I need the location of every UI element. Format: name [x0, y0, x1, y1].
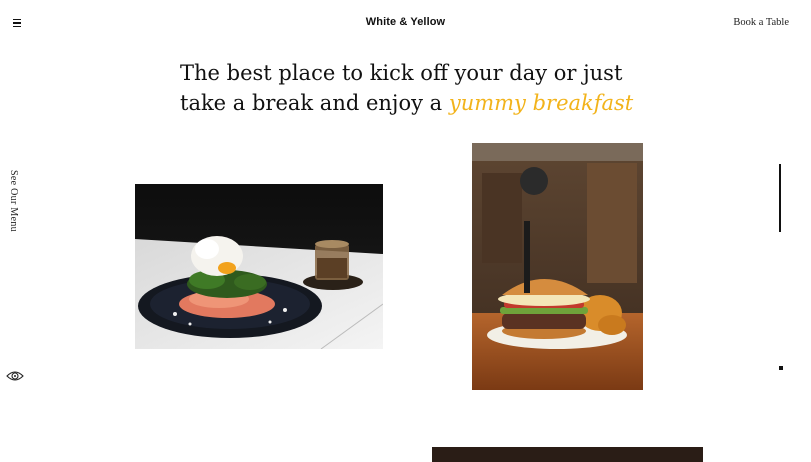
hero-headline-accent: yummy breakfast — [448, 91, 634, 115]
hero-headline-line2: take a break and enjoy a — [180, 91, 449, 115]
see-our-menu-link[interactable]: See Our Menu — [8, 170, 19, 232]
book-a-table-link[interactable]: Book a Table — [733, 17, 789, 28]
scroll-progress-bar[interactable] — [779, 164, 781, 232]
third-food-photo — [432, 447, 703, 462]
scroll-progress-dot — [779, 366, 783, 370]
hero-headline: The best place to kick off your day or j… — [180, 58, 640, 118]
brand-logo[interactable]: White & Yellow — [0, 16, 811, 28]
burger-photo — [472, 143, 643, 390]
eggs-benedict-photo — [135, 184, 383, 349]
hero-headline-line1: The best place to kick off your day or j… — [180, 61, 623, 85]
eye-icon[interactable] — [5, 366, 25, 386]
